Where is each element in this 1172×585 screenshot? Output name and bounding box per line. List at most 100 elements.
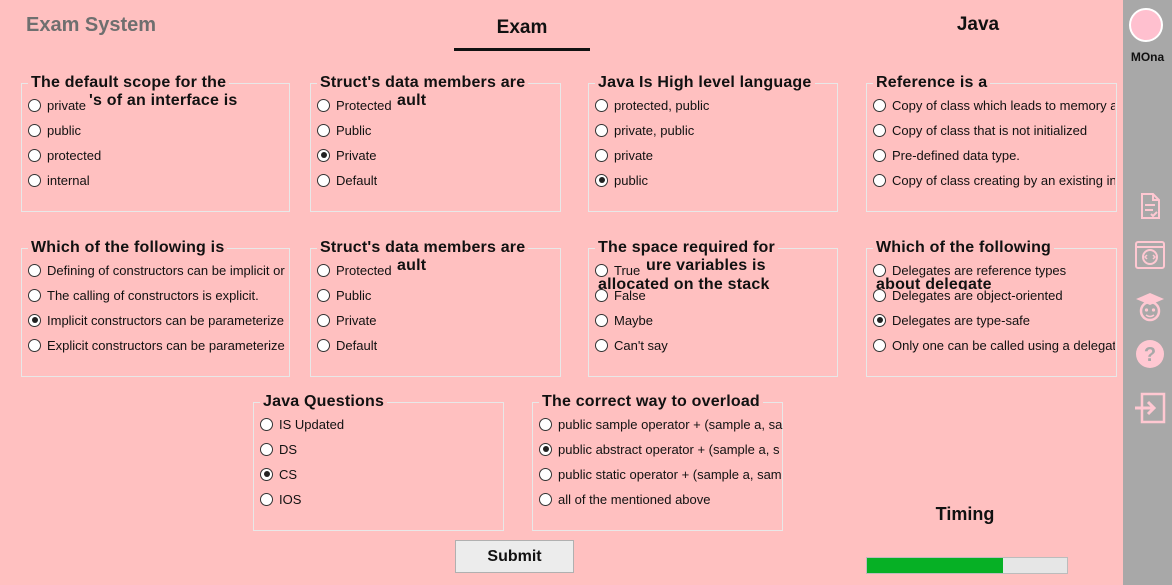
option-3[interactable]: Pre-defined data type. [873, 146, 1115, 164]
radio-button[interactable] [317, 288, 330, 302]
radio-button[interactable] [28, 338, 41, 352]
radio-button[interactable] [28, 173, 41, 187]
radio-button[interactable] [317, 263, 330, 277]
question-title-line2: ault [394, 92, 430, 110]
radio-button[interactable] [28, 123, 41, 137]
option-4[interactable]: Only one can be called using a delegate [873, 336, 1115, 354]
option-private[interactable]: private [595, 146, 653, 164]
student-icon[interactable] [1133, 290, 1167, 324]
option-public[interactable]: Public [317, 286, 371, 304]
option-1[interactable]: public sample operator + (sample a, sa [539, 415, 783, 433]
option-protected[interactable]: Protected [317, 96, 392, 114]
option-1[interactable]: Defining of constructors can be implicit… [28, 261, 290, 279]
radio-button[interactable] [539, 417, 552, 431]
option-protected[interactable]: Protected [317, 261, 392, 279]
radio-button[interactable] [539, 492, 552, 506]
logout-icon[interactable] [1133, 391, 1167, 425]
option-true[interactable]: True [595, 261, 640, 279]
question-3: Java Is High level language protected, p… [588, 74, 838, 212]
option-label: internal [47, 172, 90, 188]
radio-button[interactable] [873, 288, 886, 302]
option-private[interactable]: private [28, 96, 86, 114]
option-1[interactable]: Delegates are reference types [873, 261, 1115, 279]
question-title-line2: ure variables is [643, 257, 769, 275]
svg-text:?: ? [1144, 344, 1156, 366]
radio-button[interactable] [873, 148, 886, 162]
option-4[interactable]: Explicit constructors can be parameteriz… [28, 336, 290, 354]
radio-button[interactable] [317, 173, 330, 187]
option-protected[interactable]: protected [28, 146, 101, 164]
option-4[interactable]: all of the mentioned above [539, 490, 783, 508]
radio-button[interactable] [595, 338, 608, 352]
radio-button[interactable] [873, 313, 886, 327]
radio-button[interactable] [539, 442, 552, 456]
radio-button[interactable] [317, 123, 330, 137]
option-protected-public[interactable]: protected, public [595, 96, 709, 114]
radio-button[interactable] [873, 263, 886, 277]
avatar[interactable] [1129, 8, 1163, 42]
radio-button[interactable] [873, 98, 886, 112]
radio-button[interactable] [595, 263, 608, 277]
radio-button[interactable] [595, 148, 608, 162]
radio-button[interactable] [595, 123, 608, 137]
option-label: Private [336, 312, 377, 328]
option-private[interactable]: Private [317, 146, 376, 164]
radio-button[interactable] [260, 417, 273, 431]
question-title-line2: 's of an interface is [86, 92, 241, 110]
help-icon[interactable]: ? [1133, 337, 1167, 371]
radio-button[interactable] [317, 148, 330, 162]
radio-button[interactable] [317, 98, 330, 112]
option-ios[interactable]: IOS [260, 490, 301, 508]
radio-button[interactable] [873, 338, 886, 352]
radio-button[interactable] [28, 288, 41, 302]
user-name: MOna [1130, 50, 1165, 64]
radio-button[interactable] [595, 98, 608, 112]
radio-button[interactable] [28, 98, 41, 112]
radio-button[interactable] [595, 173, 608, 187]
option-2[interactable]: The calling of constructors is explicit. [28, 286, 290, 304]
option-4[interactable]: Copy of class creating by an existing in [873, 171, 1115, 189]
option-2[interactable]: Delegates are object-oriented [873, 286, 1115, 304]
option-public[interactable]: public [28, 121, 81, 139]
radio-button[interactable] [873, 173, 886, 187]
option-cant-say[interactable]: Can't say [595, 336, 668, 354]
option-public[interactable]: Public [317, 121, 371, 139]
option-private[interactable]: Private [317, 311, 376, 329]
option-label: Delegates are type-safe [892, 312, 1031, 328]
option-3[interactable]: Implicit constructors can be parameteriz… [28, 311, 290, 329]
option-2[interactable]: Copy of class that is not initialized [873, 121, 1115, 139]
option-ds[interactable]: DS [260, 440, 297, 458]
option-cs[interactable]: CS [260, 465, 297, 483]
radio-button[interactable] [873, 123, 886, 137]
option-default[interactable]: Default [317, 336, 377, 354]
radio-button[interactable] [539, 467, 552, 481]
option-label: Protected [336, 97, 392, 113]
option-false[interactable]: False [595, 286, 646, 304]
radio-button[interactable] [595, 288, 608, 302]
radio-button[interactable] [260, 467, 273, 481]
option-public[interactable]: public [595, 171, 648, 189]
radio-button[interactable] [28, 313, 41, 327]
exam-list-icon[interactable] [1133, 189, 1167, 223]
radio-button[interactable] [260, 492, 273, 506]
code-icon[interactable] [1133, 238, 1167, 272]
option-3[interactable]: Delegates are type-safe [873, 311, 1115, 329]
radio-button[interactable] [260, 442, 273, 456]
option-is-updated[interactable]: IS Updated [260, 415, 344, 433]
radio-button[interactable] [317, 338, 330, 352]
option-maybe[interactable]: Maybe [595, 311, 653, 329]
radio-button[interactable] [595, 313, 608, 327]
option-label: Implicit constructors can be parameteriz… [47, 312, 284, 328]
option-default[interactable]: Default [317, 171, 377, 189]
option-1[interactable]: Copy of class which leads to memory a [873, 96, 1115, 114]
option-2[interactable]: public abstract operator + (sample a, s [539, 440, 783, 458]
option-private-public[interactable]: private, public [595, 121, 694, 139]
radio-button[interactable] [28, 263, 41, 277]
submit-button[interactable]: Submit [455, 540, 574, 573]
option-3[interactable]: public static operator + (sample a, sam [539, 465, 783, 483]
option-label: private [614, 147, 654, 163]
radio-button[interactable] [28, 148, 41, 162]
option-internal[interactable]: internal [28, 171, 90, 189]
radio-button[interactable] [317, 313, 330, 327]
tab-exam[interactable]: Exam [454, 14, 590, 51]
